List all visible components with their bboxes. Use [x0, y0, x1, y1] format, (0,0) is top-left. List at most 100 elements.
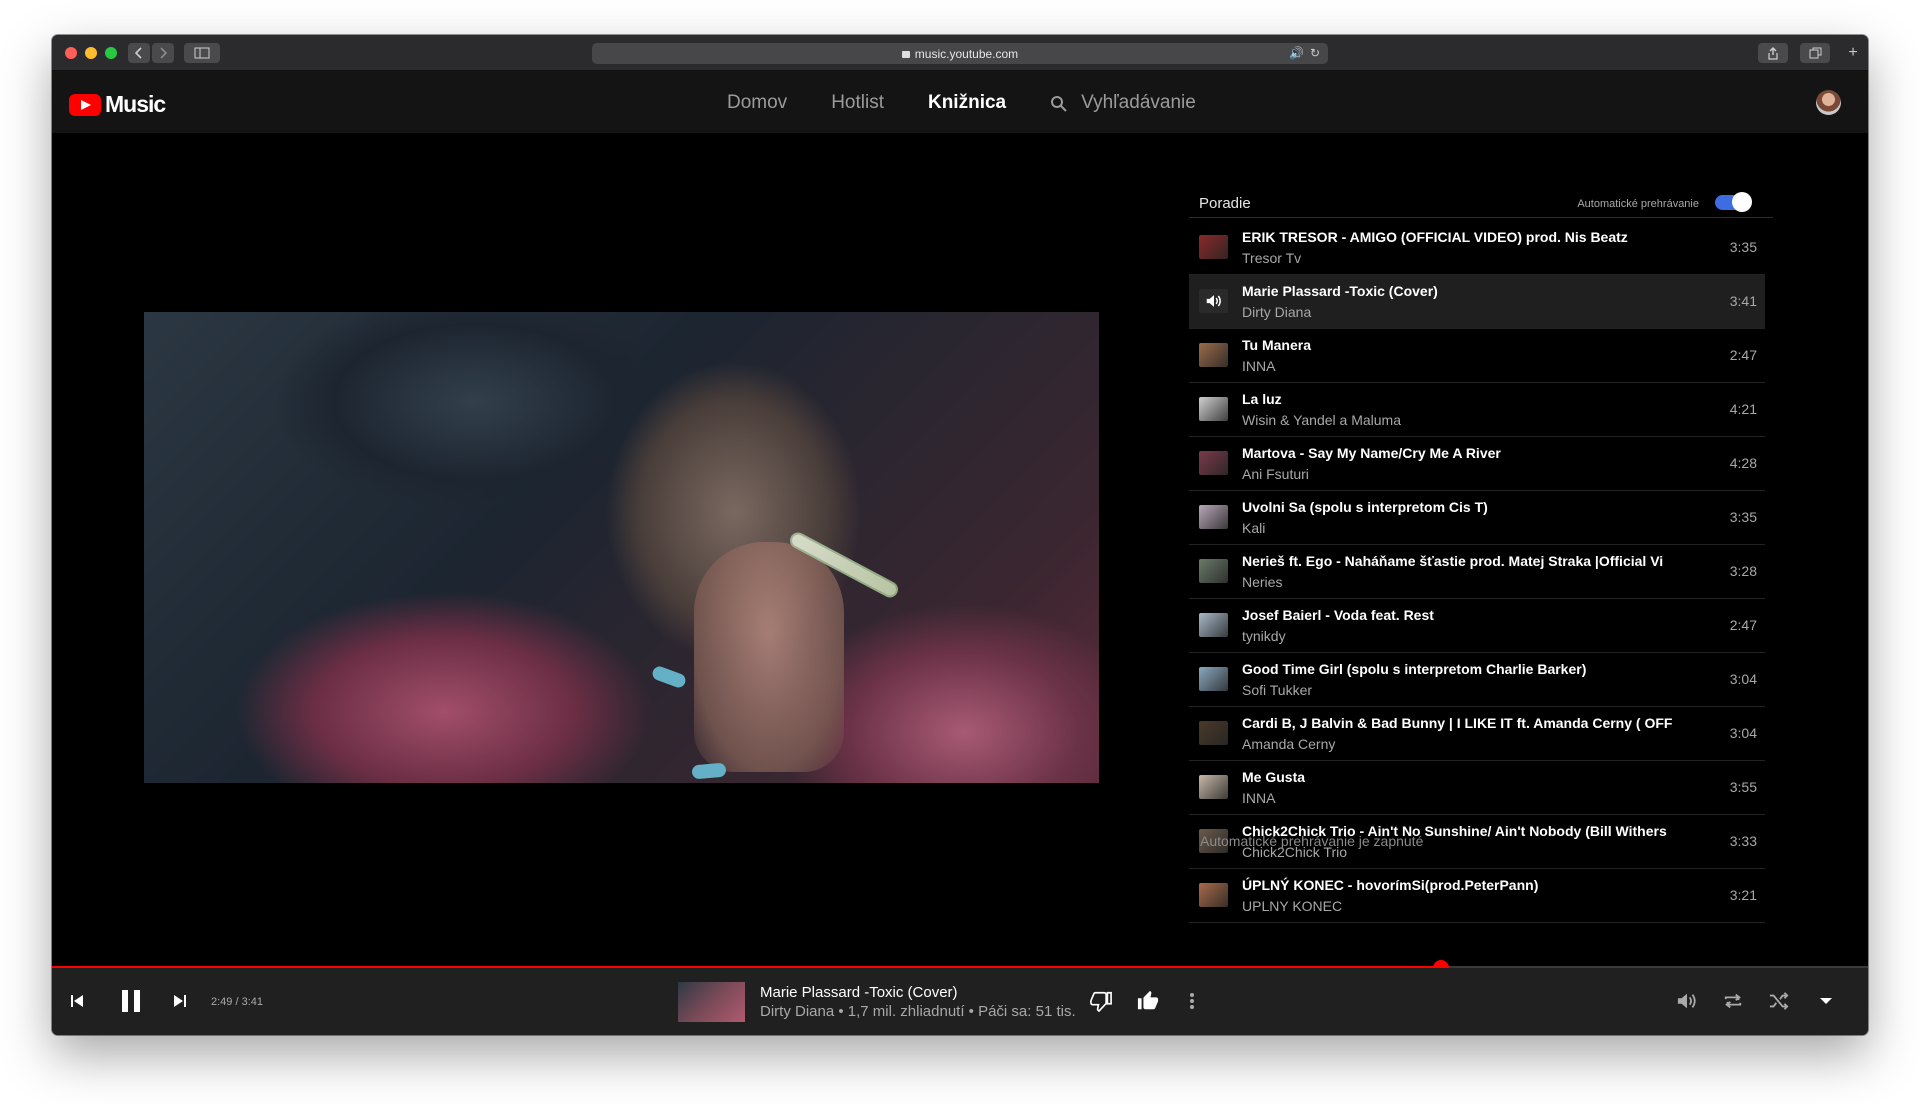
expand-player-button[interactable]	[1816, 991, 1836, 1011]
queue-item-duration: 3:04	[1729, 671, 1757, 687]
tabs-icon	[1809, 47, 1821, 59]
skip-next-icon	[174, 995, 186, 1007]
more-vert-icon	[1190, 993, 1194, 1009]
queue-item-duration: 3:33	[1729, 833, 1757, 849]
queue-item-thumbnail	[1199, 667, 1228, 691]
queue-item-artist: Neries	[1242, 574, 1283, 590]
queue-item-title: Nerieš ft. Ego - Naháňame šťastie prod. …	[1242, 553, 1664, 569]
queue-item-artist: INNA	[1242, 790, 1276, 806]
queue-item[interactable]: Uvolni Sa (spolu s interpretom Cis T) Kal…	[1189, 491, 1765, 545]
queue-item[interactable]: Cardi B, J Balvin & Bad Bunny | I LIKE I…	[1189, 707, 1765, 761]
logo-text: Music	[105, 91, 166, 117]
queue-item-thumbnail	[1199, 613, 1228, 637]
queue-item-artist: Wisin & Yandel a Maluma	[1242, 412, 1401, 428]
queue-item[interactable]: Good Time Girl (spolu s interpretom Char…	[1189, 653, 1765, 707]
main-nav: Domov Hotlist Knižnica Vyhľadávanie	[727, 92, 1196, 114]
queue-item-duration: 3:28	[1729, 563, 1757, 579]
now-playing-title[interactable]: Marie Plassard -Toxic (Cover)	[760, 984, 958, 1001]
queue-item[interactable]: Nerieš ft. Ego - Naháňame šťastie prod. …	[1189, 545, 1765, 599]
minimize-window-button[interactable]	[85, 47, 97, 59]
app-header: Music Domov Hotlist Knižnica Vyhľadávani…	[52, 71, 1868, 133]
tabs-overview-button[interactable]	[1800, 43, 1830, 63]
tab-audio-icon[interactable]: 🔊	[1289, 46, 1304, 60]
queue-item[interactable]: ERIK TRESOR - AMIGO (OFFICIAL VIDEO) pro…	[1189, 221, 1765, 275]
sidebar-toggle-button[interactable]	[184, 43, 220, 63]
video-frame-hand	[694, 542, 844, 772]
thumb-up-icon	[1137, 990, 1159, 1010]
queue-item-thumbnail	[1199, 343, 1228, 367]
video-frame-detail	[650, 664, 688, 690]
queue-item[interactable]: Tu Manera INNA 2:47	[1189, 329, 1765, 383]
youtube-logo-icon	[69, 93, 101, 116]
queue-item-duration: 3:04	[1729, 725, 1757, 741]
queue-item-thumbnail	[1199, 775, 1228, 799]
queue-item[interactable]: ÚPLNÝ KONEC - hovorímSi(prod.PeterPann) U…	[1189, 869, 1765, 923]
like-button[interactable]	[1135, 988, 1161, 1014]
nav-domov[interactable]: Domov	[727, 92, 787, 114]
shuffle-icon	[1769, 992, 1789, 1010]
volume-icon	[1206, 295, 1221, 307]
queue-item-thumbnail	[1199, 397, 1228, 421]
nav-hotlist[interactable]: Hotlist	[831, 92, 884, 114]
queue-item-duration: 3:35	[1729, 509, 1757, 525]
browser-window: music.youtube.com 🔊 ↻ + Music Domov Hotl…	[52, 35, 1868, 1035]
avatar[interactable]	[1816, 90, 1841, 115]
chevron-down-icon	[1820, 998, 1832, 1004]
queue-item-title: Josef Baierl - Voda feat. Rest	[1242, 607, 1434, 623]
skip-previous-icon	[71, 995, 83, 1007]
queue-item-title: ERIK TRESOR - AMIGO (OFFICIAL VIDEO) pro…	[1242, 229, 1628, 245]
new-tab-button[interactable]: +	[1842, 43, 1864, 63]
queue-item-thumbnail	[1199, 505, 1228, 529]
now-playing-thumbnail[interactable]	[678, 982, 745, 1022]
queue-item-duration: 3:41	[1729, 293, 1757, 309]
queue-item-title: Cardi B, J Balvin & Bad Bunny | I LIKE I…	[1242, 715, 1672, 731]
pause-button[interactable]	[116, 984, 146, 1018]
queue-item-title: ÚPLNÝ KONEC - hovorímSi(prod.PeterPann)	[1242, 877, 1539, 893]
queue-item[interactable]: Marie Plassard -Toxic (Cover) Dirty Diana…	[1189, 275, 1765, 329]
yt-music-logo[interactable]: Music	[69, 91, 166, 118]
next-button[interactable]	[169, 990, 191, 1012]
queue-item[interactable]: Josef Baierl - Voda feat. Rest tynikdy 2:4…	[1189, 599, 1765, 653]
queue-title: Poradie	[1199, 195, 1251, 212]
chevron-right-icon	[160, 47, 167, 59]
address-bar-url: music.youtube.com	[914, 46, 1019, 61]
queue-list: ERIK TRESOR - AMIGO (OFFICIAL VIDEO) pro…	[1189, 221, 1765, 923]
queue-item-artist: Amanda Cerny	[1242, 736, 1336, 752]
share-button[interactable]	[1758, 43, 1788, 63]
zoom-window-button[interactable]	[105, 47, 117, 59]
close-window-button[interactable]	[65, 47, 77, 59]
queue-item-duration: 3:21	[1729, 887, 1757, 903]
queue-item-artist: Tresor Tv	[1242, 250, 1302, 266]
queue-item[interactable]: Martova - Say My Name/Cry Me A River Ani …	[1189, 437, 1765, 491]
queue-item-title: Marie Plassard -Toxic (Cover)	[1242, 283, 1438, 299]
queue-item-artist: UPLNY KONEC	[1242, 898, 1343, 914]
more-options-button[interactable]	[1183, 988, 1201, 1014]
queue-item-artist: INNA	[1242, 358, 1276, 374]
repeat-button[interactable]	[1720, 989, 1746, 1013]
search-button[interactable]: Vyhľadávanie	[1050, 92, 1196, 114]
queue-item-title: Uvolni Sa (spolu s interpretom Cis T)	[1242, 499, 1488, 515]
queue-item-thumbnail	[1199, 883, 1228, 907]
queue-item-duration: 4:21	[1729, 401, 1757, 417]
queue-item[interactable]: La luz Wisin & Yandel a Maluma 4:21	[1189, 383, 1765, 437]
shuffle-button[interactable]	[1766, 989, 1792, 1013]
autoplay-toggle[interactable]	[1715, 192, 1752, 212]
forward-button[interactable]	[152, 43, 174, 63]
queue-item-title: Me Gusta	[1242, 769, 1306, 785]
queue-item-duration: 3:55	[1729, 779, 1757, 795]
browser-titlebar: music.youtube.com 🔊 ↻ +	[52, 35, 1868, 71]
reload-icon[interactable]: ↻	[1310, 46, 1320, 60]
address-bar[interactable]: music.youtube.com 🔊 ↻	[592, 43, 1328, 64]
share-icon	[1768, 46, 1778, 60]
repeat-icon	[1724, 993, 1742, 1009]
volume-button[interactable]	[1674, 989, 1700, 1013]
queue-item[interactable]: Me Gusta INNA 3:55	[1189, 761, 1765, 815]
chevron-left-icon	[135, 47, 142, 59]
nav-kniznica[interactable]: Knižnica	[928, 92, 1006, 114]
dislike-button[interactable]	[1088, 988, 1114, 1014]
back-button[interactable]	[128, 43, 150, 63]
previous-button[interactable]	[66, 990, 88, 1012]
lock-icon	[901, 51, 910, 58]
queue-item-artist: Dirty Diana	[1242, 304, 1312, 320]
video-player[interactable]	[144, 312, 1099, 783]
